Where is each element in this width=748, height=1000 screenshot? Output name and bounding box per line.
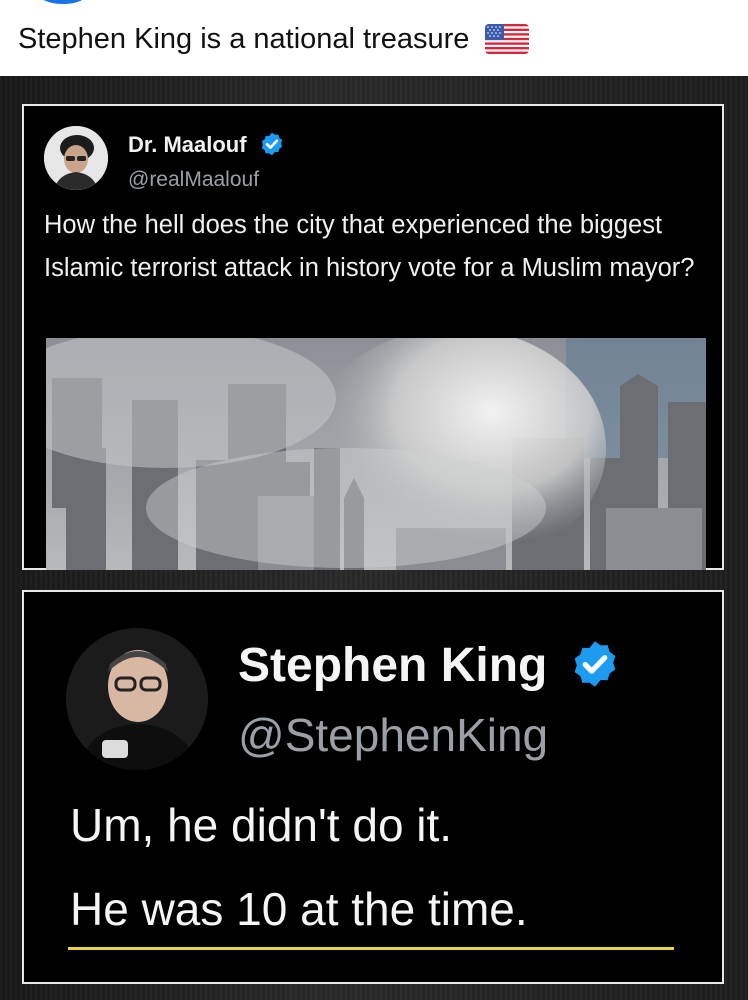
reply-line-1: Um, he didn't do it. (70, 799, 453, 851)
tweet-card-maalouf: Dr. Maalouf @realMaalouf How the hell do… (22, 104, 724, 570)
highlight-underline (68, 947, 674, 950)
display-name-row: Dr. Maalouf (128, 132, 285, 158)
verified-badge-icon (261, 132, 282, 156)
handle[interactable]: @realMaalouf (128, 168, 259, 192)
profile-avatar-edge[interactable] (40, 0, 86, 4)
display-name[interactable]: Stephen King (238, 639, 547, 692)
post-caption: Stephen King is a national treasure (18, 22, 530, 56)
handle[interactable]: @StephenKing (238, 708, 548, 762)
avatar-portrait-icon (66, 628, 208, 770)
reply-line-2: He was 10 at the time. (70, 883, 528, 935)
us-flag-icon (485, 24, 530, 55)
display-name-row: Stephen King (238, 638, 621, 693)
avatar[interactable] (66, 628, 208, 770)
tweet-card-stephen-king: Stephen King @StephenKing Um, he didn't … (22, 590, 724, 984)
tweet-photo[interactable] (46, 338, 706, 570)
display-name[interactable]: Dr. Maalouf (128, 132, 247, 157)
avatar-portrait-icon (44, 126, 108, 190)
avatar[interactable] (44, 126, 108, 190)
collapse-smoke-photo (46, 338, 706, 570)
verified-badge-icon (574, 641, 616, 688)
caption-text: Stephen King is a national treasure (18, 22, 470, 55)
tweet-text: How the hell does the city that experien… (44, 211, 695, 282)
post-header: Stephen King is a national treasure (0, 0, 748, 76)
